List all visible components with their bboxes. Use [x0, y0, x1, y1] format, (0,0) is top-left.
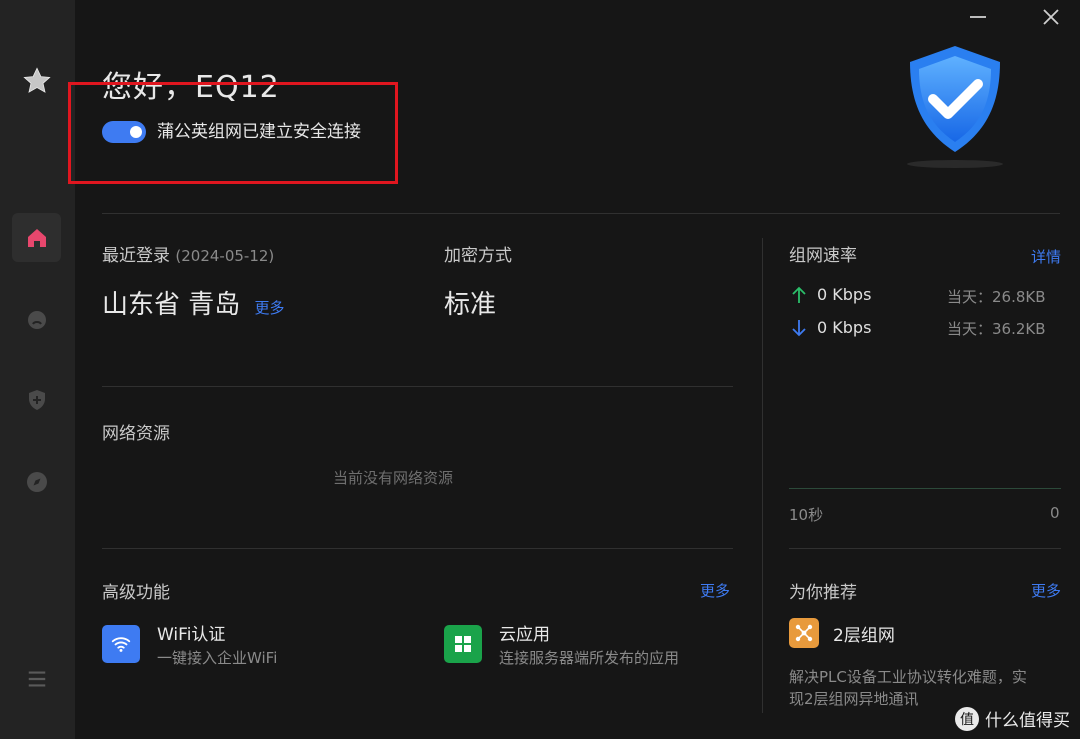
network-node-icon: [789, 618, 819, 648]
recommend-item-title: 2层组网: [833, 625, 895, 646]
last-login-date: (2024-05-12): [175, 247, 275, 265]
login-location-text: 山东省 青岛: [102, 290, 241, 320]
feature-cloud-app[interactable]: 云应用 连接服务器端所发布的应用: [444, 620, 679, 668]
recommend-more-link[interactable]: 更多: [1031, 580, 1061, 601]
feature-wifi-auth[interactable]: WiFi认证 一键接入企业WiFi: [102, 620, 277, 668]
download-today: 当天：36.2KB: [947, 320, 1046, 338]
nav-menu[interactable]: [18, 660, 56, 698]
shield-check-icon: [907, 46, 1003, 168]
download-speed-row: 0 Kbps: [791, 318, 871, 337]
sidebar: [0, 0, 75, 739]
arrow-up-icon: [792, 286, 806, 303]
feature-cloud-title: 云应用: [499, 625, 550, 645]
resources-divider: [102, 548, 733, 549]
close-icon: [1043, 9, 1059, 25]
watermark: 值 什么值得买: [955, 706, 1070, 731]
download-rate: 0 Kbps: [817, 318, 872, 337]
speed-axis-right: 0: [1050, 504, 1060, 522]
advanced-label: 高级功能: [102, 583, 170, 603]
menu-icon: [28, 671, 46, 687]
feature-wifi-desc: 一键接入企业WiFi: [157, 649, 278, 667]
speed-label: 组网速率: [789, 246, 857, 266]
shield-plus-icon: [29, 390, 45, 410]
upload-rate: 0 Kbps: [817, 285, 872, 304]
recommend-item[interactable]: 2层组网: [789, 618, 895, 648]
network-resources-label: 网络资源: [102, 424, 170, 444]
feature-wifi-title: WiFi认证: [157, 625, 226, 645]
close-button[interactable]: [1038, 4, 1064, 30]
compass-icon: [27, 472, 47, 492]
nav-favorites[interactable]: [18, 62, 56, 100]
arrow-down-icon: [792, 319, 806, 336]
feature-cloud-desc: 连接服务器端所发布的应用: [499, 649, 680, 667]
recommend-label: 为你推荐: [789, 583, 857, 603]
encryption-value: 标准: [444, 290, 497, 320]
network-resources-empty: 当前没有网络资源: [333, 469, 454, 487]
speed-axis-left: 10秒: [789, 506, 824, 524]
login-divider: [102, 386, 733, 387]
last-login-title: 最近登录: [102, 246, 170, 266]
chat-icon: [28, 311, 46, 329]
recommend-item-desc: 解决PLC设备工业协议转化难题，实 现2层组网异地通讯: [789, 666, 1061, 710]
minimize-button[interactable]: [965, 4, 991, 30]
upload-today: 当天：26.8KB: [947, 288, 1046, 306]
login-location: 山东省 青岛 更多: [102, 284, 285, 321]
wifi-icon: [102, 625, 140, 663]
nav-security[interactable]: [18, 381, 56, 419]
upload-speed-row: 0 Kbps: [791, 285, 871, 304]
login-more-link[interactable]: 更多: [255, 299, 285, 317]
minimize-icon: [970, 16, 986, 18]
speed-graph-baseline: [789, 488, 1061, 489]
main-panel: 您好，EQ12 蒲公英组网已建立安全连接 最近登录 (2024-05-12) 山…: [68, 0, 1080, 739]
watermark-text: 什么值得买: [985, 711, 1070, 731]
star-icon: [23, 67, 51, 93]
last-login-label: 最近登录 (2024-05-12): [102, 241, 274, 266]
watermark-logo-icon: 值: [955, 706, 979, 731]
nav-discover[interactable]: [18, 463, 56, 501]
nav-messages[interactable]: [18, 301, 56, 339]
encryption-label: 加密方式: [444, 246, 512, 266]
nav-home[interactable]: [12, 213, 61, 262]
apps-grid-icon: [444, 625, 482, 663]
speed-detail-link[interactable]: 详情: [1031, 246, 1061, 267]
home-icon: [27, 228, 46, 247]
advanced-more-link[interactable]: 更多: [700, 580, 730, 601]
column-divider: [762, 238, 763, 713]
header-divider: [102, 213, 1060, 214]
highlight-box: [68, 82, 398, 184]
recommend-desc-line1: 解决PLC设备工业协议转化难题，实: [789, 668, 1027, 686]
speed-divider: [789, 548, 1061, 549]
